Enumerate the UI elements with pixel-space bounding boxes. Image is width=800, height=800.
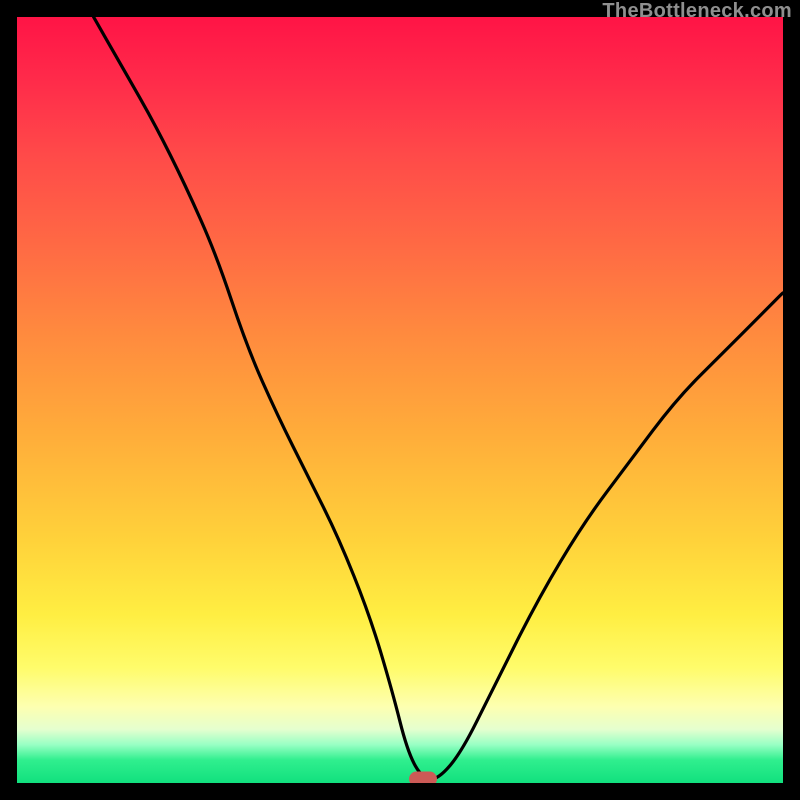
optimal-point-marker [409, 772, 437, 783]
bottleneck-curve [17, 17, 783, 783]
plot-area [17, 17, 783, 783]
watermark-text: TheBottleneck.com [602, 0, 792, 23]
chart-frame: TheBottleneck.com [0, 0, 800, 800]
